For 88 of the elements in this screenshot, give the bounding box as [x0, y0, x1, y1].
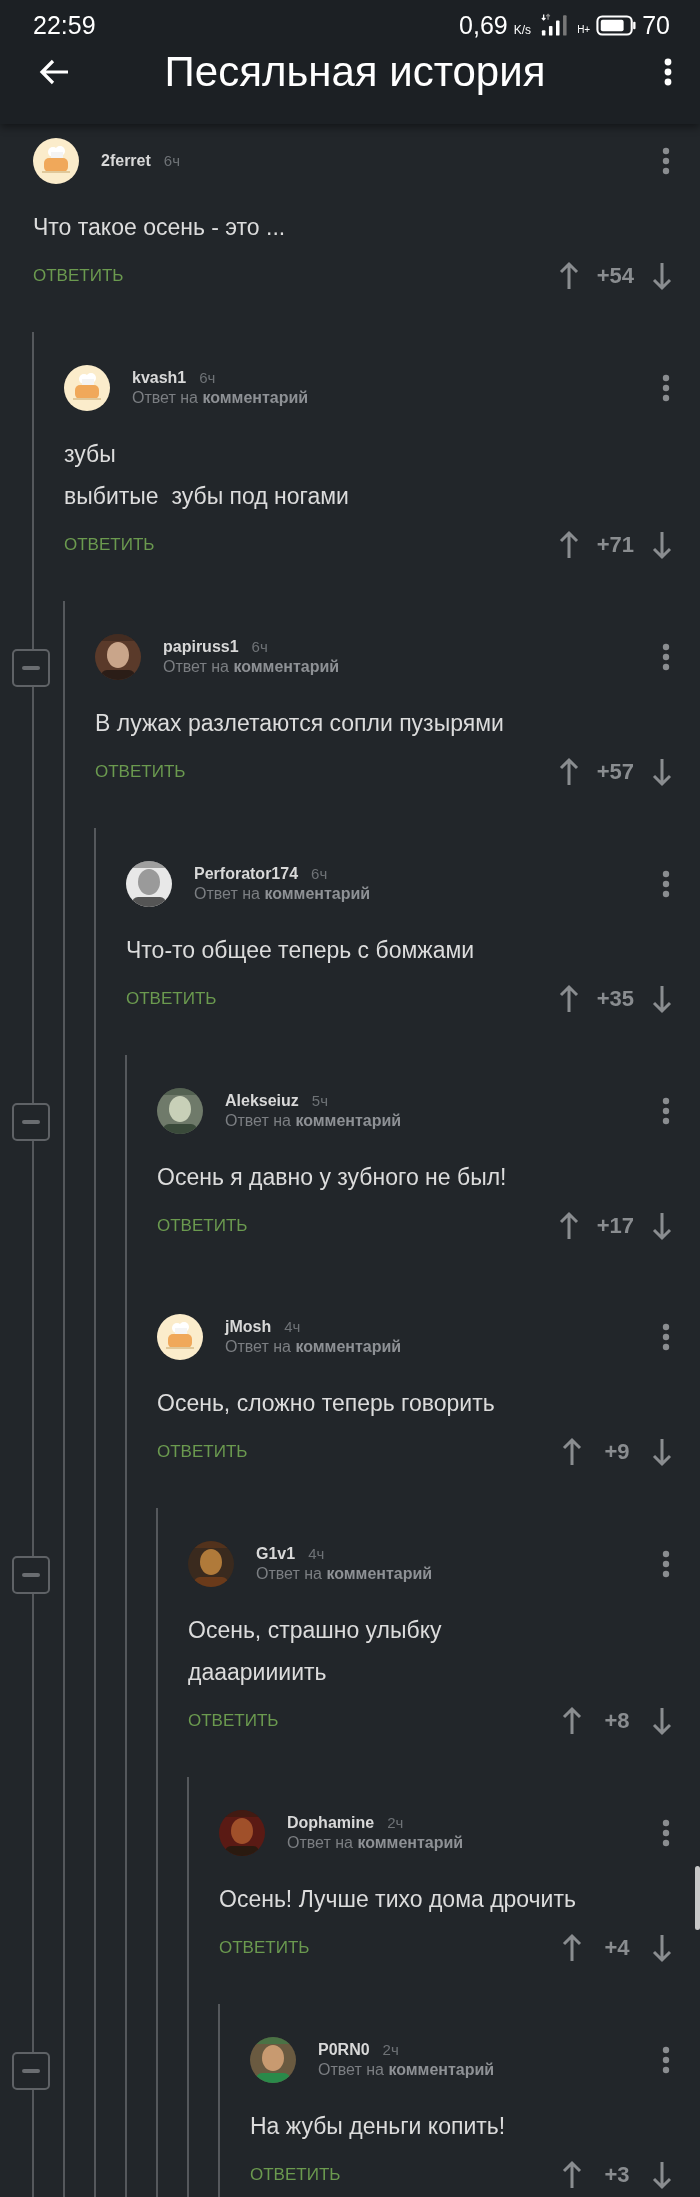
scrollbar-thumb[interactable]	[695, 1866, 700, 1930]
comment-time: 2ч	[387, 1814, 404, 1831]
reply-button[interactable]: ОТВЕТИТЬ	[250, 2165, 341, 2185]
status-time: 22:59	[33, 10, 96, 40]
comment-time: 6ч	[311, 865, 328, 882]
comment-text: Осень, страшно улыбку дааариииить	[188, 1616, 443, 1687]
avatar-icon	[157, 1314, 203, 1360]
downvote-icon[interactable]	[652, 261, 672, 291]
reply-button[interactable]: ОТВЕТИТЬ	[157, 1442, 248, 1462]
downvote-icon[interactable]	[652, 1933, 672, 1963]
comment-text: Что-то общее теперь с бомжами	[126, 936, 476, 965]
collapse-button[interactable]	[12, 1103, 50, 1141]
reply-button[interactable]: ОТВЕТИТЬ	[33, 266, 124, 286]
comment-time: 4ч	[308, 1545, 325, 1562]
battery-icon	[596, 14, 637, 36]
comment-score: +4	[603, 1935, 631, 1961]
avatar-icon	[64, 365, 110, 411]
reply-to-link[interactable]: Ответ на комментарий	[225, 1338, 662, 1356]
comment-score: +71	[596, 532, 634, 558]
comment-score: +17	[596, 1213, 634, 1239]
author-name[interactable]: Dophamine	[287, 1814, 375, 1832]
downvote-icon[interactable]	[652, 530, 672, 560]
comment-score: +35	[596, 986, 634, 1012]
upvote-icon[interactable]	[558, 261, 579, 291]
avatar-icon	[33, 138, 79, 184]
reply-button[interactable]: ОТВЕТИТЬ	[95, 762, 186, 782]
reply-to-link[interactable]: Ответ на комментарий	[287, 1834, 662, 1852]
reply-to-link[interactable]: Ответ на комментарий	[318, 2061, 662, 2079]
author-name[interactable]: Alekseiuz	[225, 1092, 299, 1110]
upvote-icon[interactable]	[562, 1933, 582, 1963]
comment-time: 6ч	[251, 638, 268, 655]
reply-to-link[interactable]: Ответ на комментарий	[256, 1565, 662, 1583]
comment-time: 6ч	[199, 369, 216, 386]
upvote-icon[interactable]	[562, 2160, 582, 2190]
comment-text: На жубы деньги копить!	[250, 2112, 507, 2141]
upvote-icon[interactable]	[558, 757, 579, 787]
comment-text: зубы выбитые зубы под ногами	[64, 440, 350, 511]
comment-score: +8	[603, 1708, 631, 1734]
network-type: H+	[577, 23, 591, 35]
page-title: Песяльная история	[163, 48, 547, 96]
downvote-icon[interactable]	[652, 984, 672, 1014]
comment-score: +57	[596, 759, 634, 785]
comment-text: Осень я давно у зубного не был!	[157, 1163, 508, 1192]
reply-button[interactable]: ОТВЕТИТЬ	[64, 535, 155, 555]
reply-button[interactable]: ОТВЕТИТЬ	[188, 1711, 279, 1731]
comment-text: Что такое осень - это ...	[33, 213, 287, 242]
comment-time: 2ч	[382, 2041, 399, 2058]
reply-button[interactable]: ОТВЕТИТЬ	[157, 1216, 248, 1236]
comment-score: +54	[596, 263, 634, 289]
comment-text: В лужах разлетаются сопли пузырями	[95, 709, 505, 738]
downvote-icon[interactable]	[652, 757, 672, 787]
downvote-icon[interactable]	[652, 1437, 672, 1467]
reply-button[interactable]: ОТВЕТИТЬ	[219, 1938, 310, 1958]
speed-unit: K/s	[513, 22, 532, 37]
reply-to-link[interactable]: Ответ на комментарий	[225, 1112, 662, 1130]
collapse-button[interactable]	[12, 649, 50, 687]
network-speed: 0,69	[459, 10, 508, 40]
back-icon[interactable]	[38, 58, 70, 86]
upvote-icon[interactable]	[558, 984, 579, 1014]
more-icon[interactable]	[664, 58, 672, 86]
comment-score: +3	[603, 2162, 631, 2188]
author-name[interactable]: jMosh	[225, 1318, 272, 1336]
author-name[interactable]: papiruss1	[163, 638, 239, 656]
reply-to-link[interactable]: Ответ на комментарий	[163, 658, 662, 676]
comment-text: Осень, сложно теперь говорить	[157, 1389, 496, 1418]
author-name[interactable]: kvash1	[132, 369, 187, 387]
comment-score: +9	[603, 1439, 631, 1465]
downvote-icon[interactable]	[652, 2160, 672, 2190]
comment-time: 6ч	[163, 152, 180, 169]
upvote-icon[interactable]	[558, 530, 579, 560]
upvote-icon[interactable]	[562, 1706, 582, 1736]
author-name[interactable]: P0RN0	[318, 2041, 370, 2059]
battery-level: 70	[642, 10, 670, 40]
collapse-button[interactable]	[12, 1556, 50, 1594]
downvote-icon[interactable]	[652, 1706, 672, 1736]
comment-text: Осень! Лучше тихо дома дрочить	[219, 1885, 577, 1914]
author-name[interactable]: Perforator174	[194, 865, 299, 883]
upvote-icon[interactable]	[558, 1211, 579, 1241]
collapse-button[interactable]	[12, 2052, 50, 2090]
upvote-icon[interactable]	[562, 1437, 582, 1467]
reply-to-link[interactable]: Ответ на комментарий	[132, 389, 662, 407]
downvote-icon[interactable]	[652, 1211, 672, 1241]
author-name[interactable]: 2ferret	[101, 152, 151, 170]
reply-to-link[interactable]: Ответ на комментарий	[194, 885, 662, 903]
reply-button[interactable]: ОТВЕТИТЬ	[126, 989, 217, 1009]
author-name[interactable]: G1v1	[256, 1545, 296, 1563]
comment-time: 5ч	[311, 1092, 328, 1109]
comment-time: 4ч	[284, 1318, 301, 1335]
